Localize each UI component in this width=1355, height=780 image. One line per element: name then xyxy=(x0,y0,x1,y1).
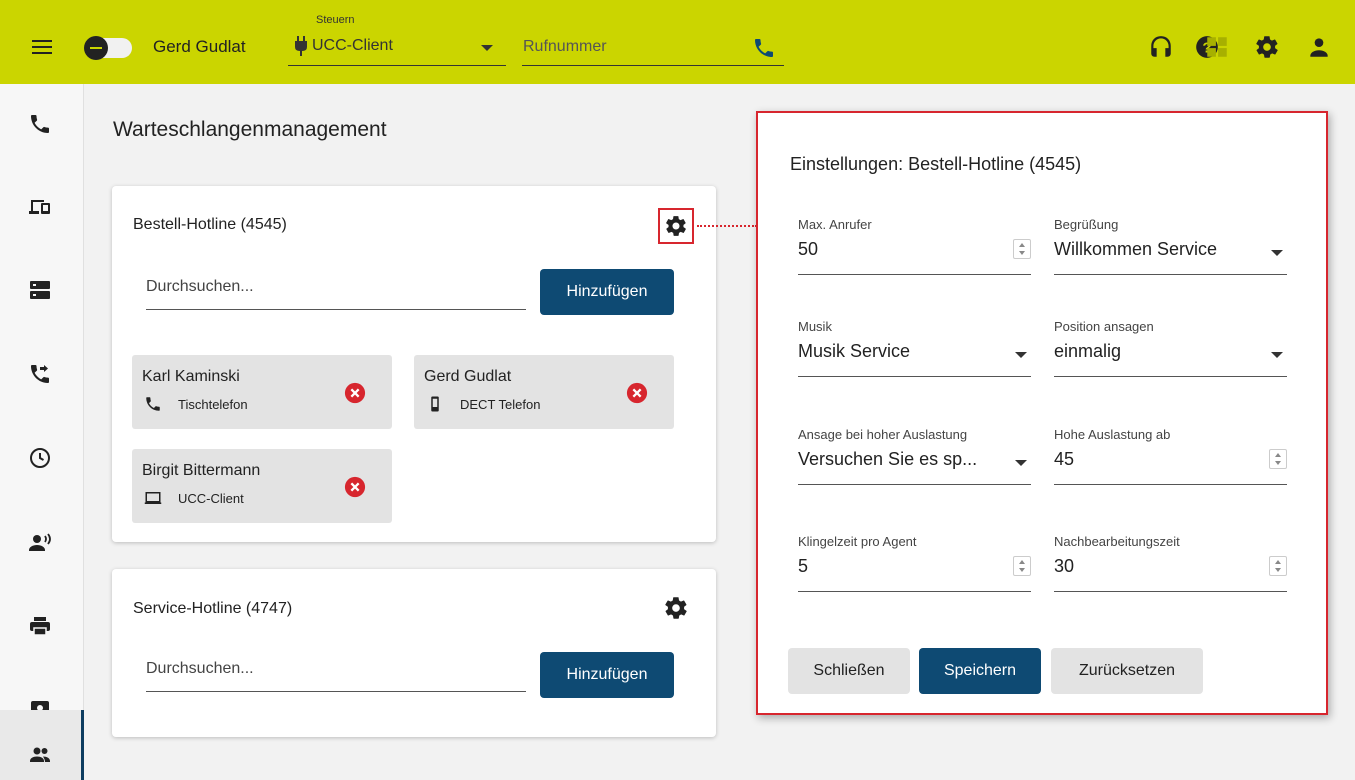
add-member-button[interactable]: Hinzufügen xyxy=(540,652,674,698)
wrap-up-time-field[interactable]: Nachbearbeitungszeit 30 xyxy=(1054,534,1287,592)
field-value: 50 xyxy=(798,239,819,259)
group-icon xyxy=(30,747,50,762)
phone-icon xyxy=(146,397,160,411)
member-name: Karl Kaminski xyxy=(142,368,240,385)
plug-icon xyxy=(295,36,307,56)
availability-toggle[interactable] xyxy=(84,36,132,60)
field-value: Versuchen Sie es sp... xyxy=(798,449,978,469)
user-name: Gerd Gudlat xyxy=(153,37,246,56)
field-value: Musik Service xyxy=(798,341,911,361)
nav-phone[interactable] xyxy=(0,88,84,160)
member-chip: Birgit Bittermann UCC-Client xyxy=(132,449,392,523)
member-chip: Gerd Gudlat DECT Telefon xyxy=(414,355,674,429)
music-select[interactable]: Musik Musik Service xyxy=(798,319,1031,377)
queue-title: Bestell-Hotline (4545) xyxy=(133,216,287,233)
search-placeholder: Durchsuchen... xyxy=(146,660,254,677)
devices-icon xyxy=(29,200,50,214)
voicemail-icon xyxy=(29,533,51,551)
queue-settings-button[interactable] xyxy=(658,208,694,244)
reset-button[interactable]: Zurücksetzen xyxy=(1051,648,1203,694)
headset-icon[interactable] xyxy=(1148,34,1174,60)
queue-settings-button[interactable] xyxy=(658,590,694,626)
field-label: Begrüßung xyxy=(1054,217,1119,232)
nav-call-forward[interactable] xyxy=(0,338,84,410)
history-icon xyxy=(30,448,50,468)
phone-icon xyxy=(31,115,49,133)
remove-member-icon[interactable] xyxy=(344,382,366,404)
dialog-title: Einstellungen: Bestell-Hotline (4545) xyxy=(790,154,1082,174)
connector-line xyxy=(697,225,757,227)
member-search-input[interactable]: Durchsuchen... xyxy=(146,648,526,692)
person-icon[interactable] xyxy=(1306,34,1332,60)
member-device: UCC-Client xyxy=(178,491,244,506)
queue-title: Service-Hotline (4747) xyxy=(133,600,293,617)
member-name: Birgit Bittermann xyxy=(142,462,261,479)
remove-member-icon[interactable] xyxy=(626,382,648,404)
greeting-select[interactable]: Begrüßung Willkommen Service xyxy=(1054,217,1287,275)
field-value: Willkommen Service xyxy=(1054,239,1218,259)
save-button[interactable]: Speichern xyxy=(919,648,1041,694)
field-label: Ansage bei hoher Auslastung xyxy=(798,427,968,442)
number-spinner[interactable] xyxy=(1269,556,1287,576)
gear-icon xyxy=(665,597,687,619)
remove-member-icon[interactable] xyxy=(344,476,366,498)
nav-voicemail[interactable] xyxy=(0,506,84,578)
high-load-announcement-select[interactable]: Ansage bei hoher Auslastung Versuchen Si… xyxy=(798,427,1031,485)
high-load-threshold-field[interactable]: Hohe Auslastung ab 45 xyxy=(1054,427,1287,485)
device-value: UCC-Client xyxy=(312,37,393,54)
member-search-input[interactable]: Durchsuchen... xyxy=(146,266,526,310)
left-navigation xyxy=(0,84,84,780)
field-label: Klingelzeit pro Agent xyxy=(798,534,917,549)
nav-printer[interactable] xyxy=(0,590,84,662)
call-forward-icon xyxy=(31,365,49,383)
mobile-icon xyxy=(431,396,439,412)
grid-icon[interactable] xyxy=(1204,34,1230,60)
search-placeholder: Durchsuchen... xyxy=(146,278,254,295)
max-callers-field[interactable]: Max. Anrufer 50 xyxy=(798,217,1031,275)
field-value: 5 xyxy=(798,556,809,576)
phone-number-placeholder: Rufnummer xyxy=(523,38,607,55)
member-device: Tischtelefon xyxy=(178,397,248,412)
nav-groups[interactable] xyxy=(0,710,84,780)
member-device: DECT Telefon xyxy=(460,397,541,412)
gear-icon xyxy=(666,216,686,236)
member-chip: Karl Kaminski Tischtelefon xyxy=(132,355,392,429)
field-label: Nachbearbeitungszeit xyxy=(1054,534,1180,549)
server-icon xyxy=(30,281,50,299)
close-button[interactable]: Schließen xyxy=(788,648,910,694)
nav-devices[interactable] xyxy=(0,170,84,242)
chevron-down-icon xyxy=(481,45,493,51)
field-value: 30 xyxy=(1054,556,1075,576)
member-name: Gerd Gudlat xyxy=(424,368,512,385)
field-value: einmalig xyxy=(1054,341,1122,361)
chevron-down-icon xyxy=(1015,460,1027,466)
chevron-down-icon xyxy=(1271,250,1283,256)
ring-time-field[interactable]: Klingelzeit pro Agent 5 xyxy=(798,534,1031,592)
settings-dialog: Einstellungen: Bestell-Hotline (4545) Ma… xyxy=(756,111,1328,715)
nav-history[interactable] xyxy=(0,422,84,494)
field-label: Position ansagen xyxy=(1054,319,1154,334)
queue-card-service: Service-Hotline (4747) Durchsuchen... Hi… xyxy=(112,569,716,737)
announce-position-select[interactable]: Position ansagen einmalig xyxy=(1054,319,1287,377)
menu-icon[interactable] xyxy=(32,40,52,54)
chevron-down-icon xyxy=(1271,352,1283,358)
queue-card-bestell: Bestell-Hotline (4545) Durchsuchen... Hi… xyxy=(112,186,716,542)
number-spinner[interactable] xyxy=(1269,449,1287,469)
field-label: Hohe Auslastung ab xyxy=(1054,427,1171,442)
chevron-down-icon xyxy=(1015,352,1027,358)
laptop-icon xyxy=(144,492,162,504)
add-member-button[interactable]: Hinzufügen xyxy=(540,269,674,315)
page-title: Warteschlangenmanagement xyxy=(113,118,387,141)
top-bar: Gerd Gudlat Steuern UCC-Client Rufnummer… xyxy=(0,0,1355,84)
printer-icon xyxy=(30,617,50,636)
field-label: Musik xyxy=(798,319,832,334)
call-icon[interactable] xyxy=(752,36,776,60)
control-label: Steuern xyxy=(316,14,355,26)
field-value: 45 xyxy=(1054,449,1075,469)
number-spinner[interactable] xyxy=(1013,556,1031,576)
nav-server[interactable] xyxy=(0,254,84,326)
field-label: Max. Anrufer xyxy=(798,217,872,232)
number-spinner[interactable] xyxy=(1013,239,1031,259)
gear-icon[interactable] xyxy=(1254,34,1280,60)
